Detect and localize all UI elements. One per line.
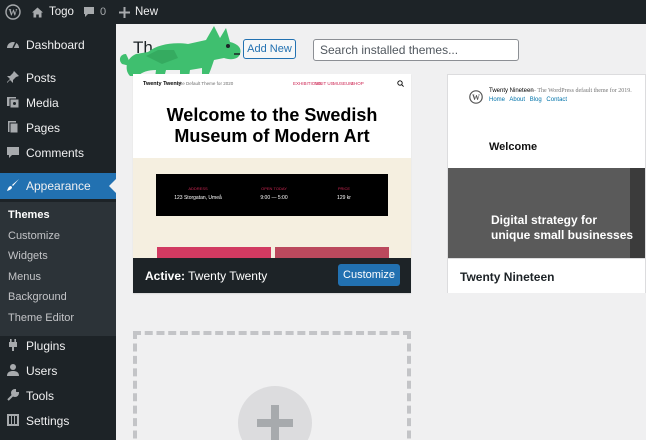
preview-hero-text: Digital strategy for unique small busine… <box>491 213 634 242</box>
sidebar-item-appearance[interactable]: Appearance <box>0 173 116 199</box>
sidebar-item-users[interactable]: Users <box>0 358 116 383</box>
brush-icon <box>7 179 19 191</box>
sidebar-item-pages[interactable]: Pages <box>0 115 116 140</box>
sidebar-item-label: Posts <box>26 71 57 85</box>
preview-site-title: Twenty Twenty <box>143 81 182 87</box>
preview-image-left <box>157 247 271 258</box>
active-prefix: Active: <box>145 269 186 283</box>
preview-open-value: 9:00 — 5:00 <box>260 195 288 201</box>
submenu-themes[interactable]: Themes <box>8 209 50 221</box>
preview-address: ADDRESS 123 Storgatan, Umeå <box>168 186 228 201</box>
sidebar-item-comments[interactable]: Comments <box>0 140 116 165</box>
active-theme-label: Active: Twenty Twenty <box>145 269 267 283</box>
admin-sidebar: Dashboard Posts Media Pages Comments App… <box>0 24 116 440</box>
sidebar-item-label: Users <box>26 364 58 378</box>
preview-description: — The WordPress default theme for 2019. <box>530 88 632 94</box>
sidebar-item-label: Pages <box>26 121 61 135</box>
preview-tagline: The Default Theme for 2020 <box>177 81 234 86</box>
submenu-background[interactable]: Background <box>8 291 67 303</box>
preview-open: OPEN TODAY 9:00 — 5:00 <box>252 186 296 201</box>
sidebar-item-plugins[interactable]: Plugins <box>0 333 116 358</box>
tools-icon <box>7 388 20 401</box>
plugins-icon <box>9 339 17 351</box>
preview-nav-item: MUSEUM <box>333 81 353 86</box>
svg-text:W: W <box>9 8 18 18</box>
sidebar-item-label: Tools <box>26 389 55 403</box>
preview-info-box: ADDRESS 123 Storgatan, Umeå OPEN TODAY 9… <box>156 174 388 216</box>
sidebar-item-settings[interactable]: Settings <box>0 408 116 433</box>
submenu-customize[interactable]: Customize <box>8 230 60 242</box>
sidebar-item-tools[interactable]: Tools <box>0 383 116 408</box>
active-theme-name: Twenty Twenty <box>188 269 268 283</box>
sidebar-item-posts[interactable]: Posts <box>0 65 116 90</box>
customize-button[interactable]: Customize <box>338 264 400 286</box>
site-name: Togo <box>49 6 74 18</box>
preview-nav-item: Contact <box>546 97 568 103</box>
preview-nav-item: About <box>509 97 526 103</box>
sidebar-item-dashboard[interactable]: Dashboard <box>0 32 116 57</box>
search-input[interactable] <box>313 39 519 61</box>
svg-text:W: W <box>472 93 480 102</box>
active-theme-bar: Active: Twenty Twenty Customize <box>133 258 411 293</box>
preview-image-right <box>275 247 389 258</box>
preview-open-label: OPEN TODAY <box>261 186 287 191</box>
submenu-widgets[interactable]: Widgets <box>8 250 48 262</box>
appearance-submenu: Themes Customize Widgets Menus Backgroun… <box>0 202 116 336</box>
settings-icon <box>7 414 19 426</box>
preview-address-value: 123 Storgatan, Umeå <box>174 195 222 201</box>
site-name-link[interactable]: Togo <box>31 0 74 24</box>
theme-card-twenty-nineteen[interactable]: W Twenty Nineteen — The WordPress defaul… <box>447 74 646 293</box>
preview-nav-item: Home <box>489 97 506 103</box>
sidebar-item-label: Comments <box>26 146 85 160</box>
users-icon <box>7 364 19 376</box>
preview-nav-item: Blog <box>529 97 542 103</box>
preview-header: Twenty Twenty The Default Theme for 2020… <box>133 74 411 94</box>
plus-icon <box>257 405 293 440</box>
preview-price: PRICE 129 kr <box>324 186 364 201</box>
home-icon <box>32 7 43 17</box>
comments-link[interactable]: 0 <box>83 0 106 24</box>
preview-nav-item: VISIT US <box>315 81 334 86</box>
theme-name-bar: Twenty Nineteen <box>448 258 645 293</box>
sidebar-item-label: Settings <box>26 414 70 428</box>
wordpress-logo-icon: W <box>469 90 483 104</box>
theme-name: Twenty Nineteen <box>460 270 555 284</box>
add-new-theme-card[interactable] <box>133 331 411 440</box>
preview-nav: Home About Blog Contact <box>489 97 570 103</box>
admin-bar: W Togo 0 New <box>0 0 646 24</box>
preview-welcome: Welcome <box>489 141 538 153</box>
pin-icon <box>7 71 19 83</box>
preview-price-value: 129 kr <box>337 195 351 201</box>
preview-nav-item: SHOP <box>351 81 364 86</box>
wordpress-logo-icon[interactable]: W <box>5 0 21 24</box>
dashboard-icon <box>7 41 19 49</box>
sidebar-item-label: Dashboard <box>26 38 85 52</box>
add-theme-circle <box>238 386 312 440</box>
sidebar-item-label: Plugins <box>26 339 66 353</box>
preview-site-title: Twenty Nineteen <box>489 88 534 94</box>
sidebar-item-label: Appearance <box>26 179 91 193</box>
comment-bubble-icon <box>84 7 94 17</box>
submenu-menus[interactable]: Menus <box>8 271 41 283</box>
pages-icon <box>8 121 19 134</box>
search-icon <box>397 80 404 87</box>
comment-count: 0 <box>100 6 107 18</box>
submenu-theme-editor[interactable]: Theme Editor <box>8 312 74 324</box>
preview-price-label: PRICE <box>337 186 351 191</box>
preview-hero: Digital strategy for unique small busine… <box>448 168 645 258</box>
preview-address-label: ADDRESS <box>188 186 208 191</box>
sidebar-item-label: Media <box>26 96 59 110</box>
comments-icon <box>7 147 19 158</box>
preview-heading: Welcome to the Swedish Museum of Modern … <box>166 105 378 146</box>
media-icon <box>7 97 20 109</box>
theme-card-active[interactable]: Twenty Twenty The Default Theme for 2020… <box>133 74 411 293</box>
sidebar-item-media[interactable]: Media <box>0 90 116 115</box>
add-new-button[interactable]: Add New <box>243 39 296 59</box>
